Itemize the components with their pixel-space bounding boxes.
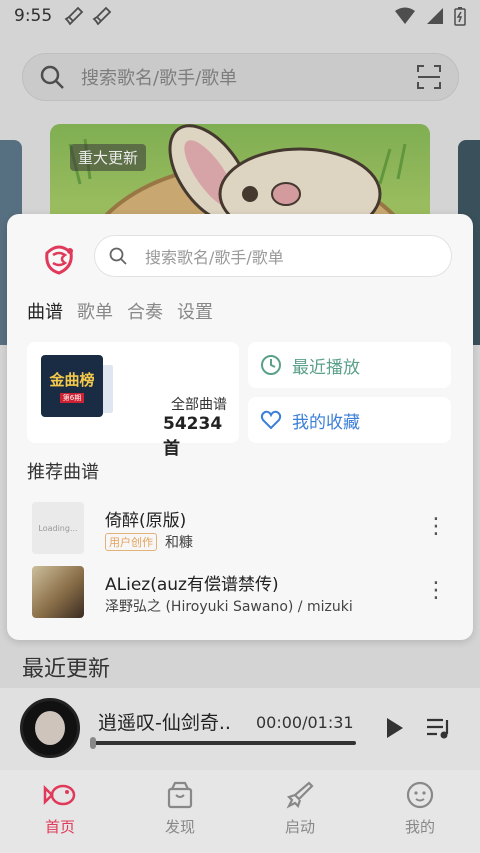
recent-play-button[interactable]: 最近播放 [248,342,451,388]
album-cover: 金曲榜 第6期 [41,355,103,417]
song-cover [32,566,84,618]
all-scores-tile[interactable]: 金曲榜 第6期 全部曲谱 54234首 [27,342,239,459]
more-options-icon[interactable]: ⋮ [425,516,447,538]
notification-icons [64,6,112,26]
rocket-notification-icon [64,6,84,26]
app-logo-icon [45,245,73,275]
nav-launch-label: 启动 [284,818,315,836]
panel-search-bar[interactable]: 搜索歌名/歌手/歌单 [94,235,452,277]
tab-settings[interactable]: 设置 [177,298,213,324]
song-artist: 和糠 [165,535,193,551]
nav-discover-label: 发现 [164,818,195,836]
tab-playlists[interactable]: 歌单 [77,298,113,324]
song-row[interactable]: Loading... 倚醉(原版) 用户创作 和糠 ⋮ [27,500,457,560]
album-title: 金曲榜 [49,371,95,389]
mini-player[interactable]: 逍遥叹-仙剑奇.. 00:00/01:31 [0,688,480,770]
nav-launch[interactable]: 启动 [240,770,360,853]
box-icon [167,781,193,809]
wifi-icon [395,7,415,24]
search-icon [109,247,127,265]
recent-play-label: 最近播放 [292,357,360,378]
scan-icon[interactable] [416,64,442,90]
signal-icon [427,8,443,24]
face-icon [406,781,434,809]
progress-knob[interactable] [90,737,96,749]
heart-icon [260,410,282,430]
panel-tabs: 曲谱 歌单 合奏 设置 [27,298,213,324]
recommended-title: 推荐曲谱 [27,462,99,483]
favorites-label: 我的收藏 [292,412,360,433]
clock-icon [261,355,281,375]
player-avatar [20,698,80,758]
player-progress-bar[interactable] [92,741,356,745]
song-name: 倚醉(原版) [105,511,187,531]
player-song-title: 逍遥叹-仙剑奇.. [98,712,231,734]
song-cover: Loading... [32,502,84,554]
song-artist: 泽野弘之 (Hiroyuki Sawano) / mizuki [105,599,353,615]
tab-scores[interactable]: 曲谱 [27,298,63,324]
tab-ensemble[interactable]: 合奏 [127,298,163,324]
nav-discover[interactable]: 发现 [120,770,240,853]
floating-panel: 搜索歌名/歌手/歌单 曲谱 歌单 合奏 设置 金曲榜 第6期 全部曲谱 5423… [7,214,473,640]
main-search-bar[interactable]: 搜索歌名/歌手/歌单 [22,53,459,101]
song-cover-loading: Loading... [38,523,78,533]
song-meta: 泽野弘之 (Hiroyuki Sawano) / mizuki [105,596,353,616]
playlist-icon[interactable] [425,716,453,740]
song-meta: 用户创作 和糠 [105,532,193,552]
user-created-badge: 用户创作 [105,533,157,551]
search-icon [40,65,64,89]
panel-search-placeholder: 搜索歌名/歌手/歌单 [145,248,284,267]
play-icon[interactable] [385,716,405,740]
all-scores-count: 54234首 [163,414,223,459]
main-search-placeholder: 搜索歌名/歌手/歌单 [81,68,238,89]
status-bar: 9:55 [0,0,480,32]
battery-icon [454,7,466,26]
more-options-icon[interactable]: ⋮ [425,580,447,602]
recent-updates-title: 最近更新 [22,657,111,682]
all-scores-label: 全部曲谱 [171,397,227,413]
favorites-button[interactable]: 我的收藏 [248,397,451,443]
status-time: 9:55 [14,6,53,26]
song-name: ALiez(auz有偿谱禁传) [105,575,279,595]
nav-home[interactable]: 首页 [0,770,120,853]
nav-home-label: 首页 [44,818,75,836]
nav-profile[interactable]: 我的 [360,770,480,853]
bottom-nav: 首页 发现 启动 我的 [0,770,480,853]
fish-icon [43,784,76,806]
song-row[interactable]: ALiez(auz有偿谱禁传) 泽野弘之 (Hiroyuki Sawano) /… [27,564,457,624]
rocket-icon [286,781,314,809]
banner-tag: 重大更新 [70,144,147,171]
rocket-notification-icon [92,6,112,26]
album-subtitle: 第6期 [59,393,85,403]
nav-profile-label: 我的 [404,818,435,836]
player-time: 00:00/01:31 [256,713,354,732]
